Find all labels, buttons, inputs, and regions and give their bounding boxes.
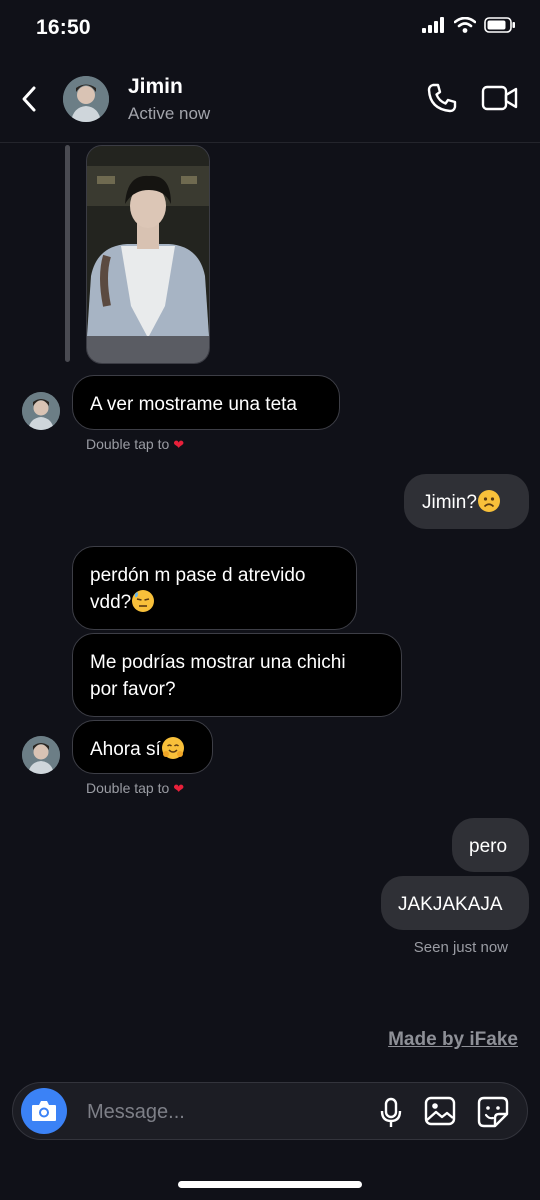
signal-icon [422,17,444,33]
message-bubble-incoming[interactable]: Me podrías mostrar una chichi por favor? [72,633,402,717]
double-tap-hint-text: Double tap to [86,436,170,452]
message-bubble-incoming[interactable]: A ver mostrame una teta [72,375,340,430]
wifi-icon [454,17,476,33]
image-icon[interactable] [424,1096,456,1126]
message-text: vdd? [90,592,132,613]
message-text: Ahora sí [90,739,161,760]
contact-avatar[interactable] [63,76,109,122]
seen-receipt: Seen just now [413,939,508,956]
sweat-face-emoji-icon [132,590,155,612]
microphone-icon[interactable] [379,1097,403,1129]
message-text-line: vdd? [90,589,339,616]
heart-icon: ❤ [173,781,185,796]
shared-post-image[interactable] [86,145,210,364]
message-bubble-incoming[interactable]: perdón m pase d atrevido vdd? [72,546,357,630]
reply-indicator-bar [65,145,70,362]
double-tap-hint: Double tap to ❤ [86,436,184,453]
message-text-line: Me podrías mostrar una chichi [90,652,346,673]
phone-icon[interactable] [426,82,458,114]
camera-icon [32,1101,56,1121]
message-input[interactable] [85,1091,359,1133]
message-bubble-outgoing[interactable]: Jimin? [404,474,529,529]
message-bubble-outgoing[interactable]: JAKJAKAJA [381,876,529,930]
chat-header: Jimin Active now [0,62,540,143]
camera-button[interactable] [21,1088,67,1134]
message-text-line: perdón m pase d atrevido [90,565,306,586]
battery-icon [484,17,515,33]
video-icon[interactable] [481,84,519,112]
double-tap-hint: Double tap to ❤ [86,780,184,797]
hugging-face-emoji-icon [161,737,184,759]
message-text: Jimin? [422,492,477,513]
double-tap-hint-text: Double tap to [86,780,170,796]
contact-status: Active now [128,104,211,123]
home-indicator[interactable] [178,1181,362,1188]
message-composer [12,1082,528,1140]
status-time: 16:50 [36,16,91,39]
sender-avatar[interactable] [22,736,60,774]
sticker-icon[interactable] [477,1096,509,1128]
back-arrow-icon[interactable] [18,84,42,114]
message-text: JAKJAKAJA [398,894,503,915]
status-icons [422,17,516,33]
sender-avatar[interactable] [22,392,60,430]
frowning-face-emoji-icon [477,490,500,512]
message-text: pero [469,836,508,857]
message-bubble-incoming[interactable]: Ahora sí [72,720,213,774]
message-text: A ver mostrame una teta [90,394,297,415]
watermark-link[interactable]: Made by iFake [388,1029,518,1051]
heart-icon: ❤ [173,437,185,452]
message-bubble-outgoing[interactable]: pero [452,818,529,872]
message-text-line: por favor? [90,679,176,700]
contact-name[interactable]: Jimin [128,75,183,99]
